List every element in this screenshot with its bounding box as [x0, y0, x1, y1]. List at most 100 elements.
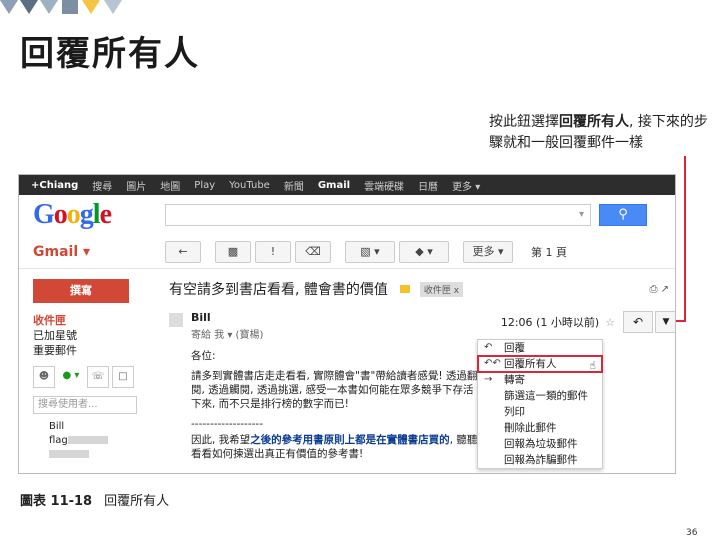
google-bar-item-news[interactable]: 新聞 [284, 178, 304, 193]
menu-item-reply-all[interactable]: ↶↶ 回覆所有人 ☝ [477, 355, 603, 373]
spam-icon: ! [270, 244, 276, 258]
google-bar-item-play[interactable]: Play [194, 180, 215, 191]
folder-icon: ▧ ▾ [360, 244, 380, 258]
print-newwindow-icons[interactable]: ⎙ ↗ [649, 284, 669, 295]
forward-icon: → [484, 374, 493, 385]
email-greeting: 各位: [191, 350, 216, 362]
person-icon: ☻ [38, 371, 50, 382]
inbox-label-chip[interactable]: 收件匣 x [419, 281, 464, 297]
compose-button[interactable]: 撰寫 [33, 279, 129, 303]
contact-item[interactable]: Bill [49, 420, 149, 434]
search-button[interactable]: ⚲ [599, 204, 647, 226]
chat-icon: □ [118, 371, 128, 382]
contact-item[interactable] [49, 448, 149, 462]
google-bar-item-more[interactable]: 更多 ▾ [452, 178, 480, 193]
menu-item-reply[interactable]: ↶ 回覆 [478, 340, 602, 356]
decorative-header-triangles [0, 0, 122, 14]
phone-icon: ☏ [91, 371, 105, 382]
callout-text: 按此鈕選擇回覆所有人, 接下來的步驟就和一般回覆郵件一樣 [489, 112, 714, 154]
highlighted-text: 之後的參考用書原則上都是在實體書店買的 [250, 434, 450, 446]
important-marker-icon[interactable] [399, 285, 410, 293]
email-paragraph: 請多到實體書店走走看看, 實際體會"書"帶給讀者感覺! 透過翻閱, 透過觸閱, … [191, 370, 478, 410]
email-body: 各位: 請多到實體書店走走看看, 實際體會"書"帶給讀者感覺! 透過翻閱, 透過… [191, 349, 481, 461]
chat-bar: ☻ ● ▾ ☏ □ [33, 366, 149, 388]
email-paragraph: 因此, 我希望之後的參考用書原則上都是在實體書店買的, 聽聽看看如何揀選出真正有… [191, 434, 478, 460]
hangout-button[interactable]: □ [112, 366, 134, 388]
menu-item-delete[interactable]: 刪除此郵件 [478, 420, 602, 436]
menu-item-forward[interactable]: → 轉寄 [478, 372, 602, 388]
page-number: 36 [686, 528, 698, 538]
google-bar-item-images[interactable]: 圖片 [126, 178, 146, 193]
gmail-screenshot: +Chiang 搜尋 圖片 地圖 Play YouTube 新聞 Gmail 雲… [18, 174, 676, 474]
mail-toolbar: Gmail ▾ ← ▩ ! ⌫ ▧ ▾ ◆ ▾ 更多 ▾ 第 1 頁 [19, 235, 675, 269]
callout-connector-vertical [684, 156, 686, 322]
chat-search-input[interactable]: 搜尋使用者... [33, 396, 137, 414]
gmail-menu[interactable]: Gmail ▾ [19, 244, 165, 260]
nav-item-inbox[interactable]: 收件匣 [33, 313, 149, 328]
star-icon[interactable]: ☆ [605, 316, 615, 329]
back-button[interactable]: ← [165, 240, 201, 263]
more-reply-options-button[interactable]: ▼ [655, 311, 675, 333]
blurred-text [67, 436, 108, 444]
menu-item-report-phishing[interactable]: 回報為詐騙郵件 [478, 452, 602, 468]
reply-all-icon: ↶↶ [484, 358, 501, 369]
google-bar: +Chiang 搜尋 圖片 地圖 Play YouTube 新聞 Gmail 雲… [19, 175, 675, 195]
more-actions-button[interactable]: 更多 ▾ [463, 240, 513, 263]
email-time: 12:06 (1 小時以前) [500, 316, 600, 329]
spam-button[interactable]: ! [255, 240, 291, 263]
back-arrow-icon: ← [178, 244, 188, 258]
email-divider: ------------------- [191, 418, 263, 430]
menu-item-filter[interactable]: 篩選這一類的郵件 [478, 388, 602, 404]
google-logo[interactable]: Google [33, 199, 163, 231]
search-dropdown-icon[interactable]: ▾ [579, 209, 584, 220]
google-bar-item-drive[interactable]: 雲端硬碟 [364, 178, 404, 193]
email-meta: 12:06 (1 小時以前) ☆ ↶ ▼ [500, 311, 675, 333]
email-subject: 有空請多到書店看看, 體會書的價值 [169, 282, 388, 298]
reply-options-menu: ↶ 回覆 ↶↶ 回覆所有人 ☝ → 轉寄 篩選這一類的郵件 列印 刪除此郵件 回報為垃圾… [477, 339, 603, 469]
menu-item-print[interactable]: 列印 [478, 404, 602, 420]
reply-icon: ↶ [484, 342, 493, 353]
online-status-icon[interactable]: ● ▾ [58, 366, 84, 388]
google-bar-item-calendar[interactable]: 日曆 [418, 178, 438, 193]
blurred-text [49, 450, 89, 458]
page-indicator: 第 1 頁 [531, 245, 567, 259]
menu-item-report-spam[interactable]: 回報為垃圾郵件 [478, 436, 602, 452]
archive-icon: ▩ [227, 244, 239, 258]
google-bar-item-youtube[interactable]: YouTube [229, 180, 270, 191]
delete-button[interactable]: ⌫ [295, 240, 331, 263]
caption-text: 回覆所有人 [104, 494, 170, 509]
google-bar-item-user[interactable]: +Chiang [31, 180, 78, 191]
nav-item-important[interactable]: 重要郵件 [33, 343, 149, 358]
search-input[interactable]: ▾ [165, 204, 591, 226]
callout-bold: 回覆所有人 [559, 114, 629, 130]
search-icon: ⚲ [618, 207, 628, 222]
label-icon: ◆ ▾ [415, 244, 433, 258]
call-button[interactable]: ☏ [87, 366, 109, 388]
slide-title: 回覆所有人 [20, 34, 200, 74]
sender-name[interactable]: Bill [191, 311, 263, 324]
nav-list: 收件匣 已加星號 重要郵件 [19, 313, 149, 358]
callout-pre: 按此鈕選擇 [489, 114, 559, 130]
google-bar-item-gmail[interactable]: Gmail [318, 180, 350, 191]
labels-button[interactable]: ◆ ▾ [399, 240, 449, 263]
figure-caption: 圖表 11-18 回覆所有人 [20, 490, 169, 509]
contact-list: Bill flag [19, 420, 149, 462]
sender-avatar [169, 313, 183, 327]
nav-item-starred[interactable]: 已加星號 [33, 328, 149, 343]
archive-button[interactable]: ▩ [215, 240, 251, 263]
move-to-button[interactable]: ▧ ▾ [345, 240, 395, 263]
left-sidebar: 撰寫 收件匣 已加星號 重要郵件 ☻ ● ▾ ☏ □ 搜尋使用者... Bill… [19, 271, 149, 462]
chevron-down-icon: ▼ [662, 317, 670, 327]
google-bar-item-maps[interactable]: 地圖 [160, 178, 180, 193]
search-row: Google ▾ ⚲ [19, 195, 675, 235]
trash-icon: ⌫ [305, 244, 321, 258]
recipient-line[interactable]: 寄給 我 ▾ (寶楊) [191, 326, 263, 341]
google-bar-item-search[interactable]: 搜尋 [92, 178, 112, 193]
reply-button[interactable]: ↶ [623, 311, 653, 333]
caption-number: 圖表 11-18 [20, 494, 93, 509]
reply-icon: ↶ [632, 315, 644, 329]
email-subject-row: 有空請多到書店看看, 體會書的價值 收件匣 x ⎙ ↗ [169, 271, 675, 307]
contact-item[interactable]: flag [49, 434, 149, 448]
chat-status-button[interactable]: ☻ [33, 366, 55, 388]
sender-block: Bill 寄給 我 ▾ (寶楊) [191, 311, 263, 341]
